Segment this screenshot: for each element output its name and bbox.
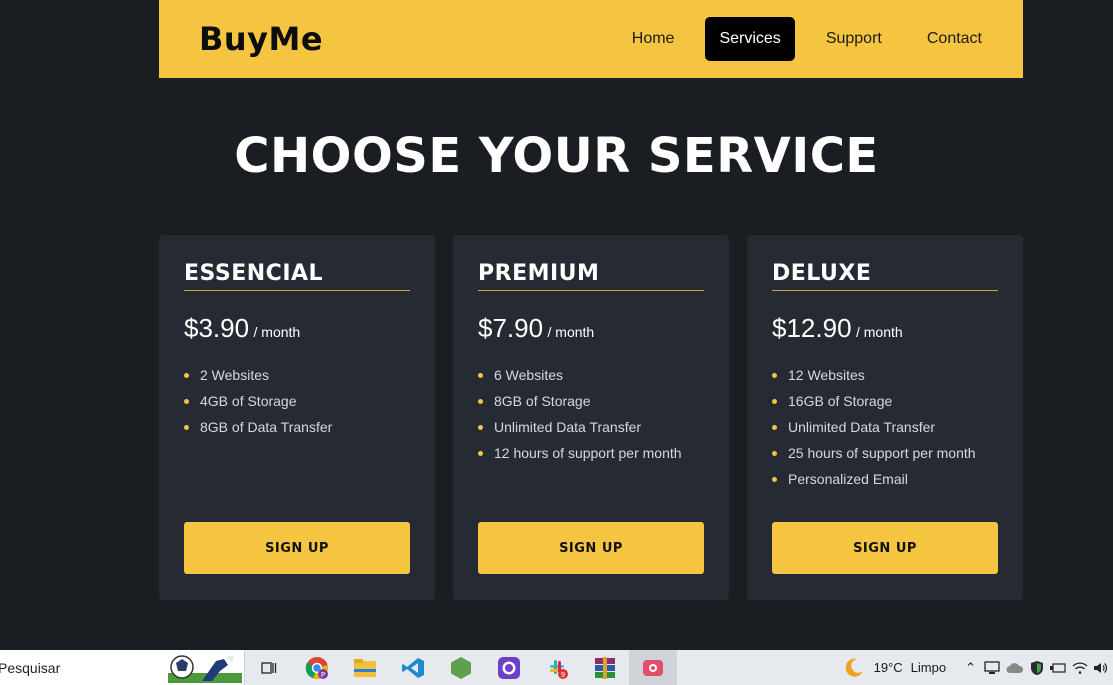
svg-text:9: 9 xyxy=(561,671,565,679)
feature-item: 6 Websites xyxy=(478,362,704,388)
main-nav: Home Services Support Contact xyxy=(601,17,996,61)
security-shield-icon[interactable] xyxy=(1030,660,1044,676)
sign-up-button[interactable]: SIGN UP xyxy=(184,522,410,574)
price-amount: $3.90 xyxy=(184,313,250,343)
weather-condition[interactable]: Limpo xyxy=(911,660,946,675)
feature-item: 16GB of Storage xyxy=(772,388,998,414)
chevron-up-icon[interactable]: ⌃ xyxy=(965,660,976,676)
brand-logo[interactable]: BuyMe xyxy=(199,20,323,58)
feature-list: 6 Websites 8GB of Storage Unlimited Data… xyxy=(478,362,704,466)
search-highlight-icon xyxy=(168,655,242,683)
plan-title: PREMIUM xyxy=(478,261,704,291)
feature-item: 8GB of Storage xyxy=(478,388,704,414)
plan-title: DELUXE xyxy=(772,261,998,291)
onedrive-icon[interactable] xyxy=(1006,662,1024,674)
plan-card-essencial: ESSENCIAL $3.90 / month 2 Websites 4GB o… xyxy=(159,235,435,600)
plan-price: $3.90 / month xyxy=(184,313,410,344)
weather-temp[interactable]: 19°C xyxy=(874,660,903,675)
nodejs-icon[interactable] xyxy=(437,650,485,685)
battery-icon[interactable] xyxy=(1050,662,1066,674)
price-period: / month xyxy=(253,324,301,340)
plan-title: ESSENCIAL xyxy=(184,261,410,291)
feature-item: 25 hours of support per month xyxy=(772,440,998,466)
github-icon[interactable] xyxy=(485,650,533,685)
taskbar: Pesquisar P 9 19°C Limpo ⌃ xyxy=(0,650,1113,685)
feature-item: 12 hours of support per month xyxy=(478,440,704,466)
feature-item: 4GB of Storage xyxy=(184,388,410,414)
feature-item: Unlimited Data Transfer xyxy=(772,414,998,440)
search-label: Pesquisar xyxy=(0,659,61,676)
wifi-icon[interactable] xyxy=(1072,661,1088,675)
task-view-icon[interactable] xyxy=(245,650,293,685)
moon-weather-icon[interactable] xyxy=(842,656,866,680)
vscode-icon[interactable] xyxy=(389,650,437,685)
price-period: / month xyxy=(855,324,903,340)
nav-item-home[interactable]: Home xyxy=(618,17,689,61)
screen-recorder-icon[interactable] xyxy=(629,650,677,685)
navbar: BuyMe Home Services Support Contact xyxy=(159,0,1023,78)
sign-up-button[interactable]: SIGN UP xyxy=(478,522,704,574)
price-amount: $12.90 xyxy=(772,313,852,343)
svg-text:P: P xyxy=(321,671,325,679)
plan-card-premium: PREMIUM $7.90 / month 6 Websites 8GB of … xyxy=(453,235,729,600)
taskbar-search[interactable]: Pesquisar xyxy=(0,650,245,685)
winrar-icon[interactable] xyxy=(581,650,629,685)
plan-card-deluxe: DELUXE $12.90 / month 12 Websites 16GB o… xyxy=(747,235,1023,600)
system-tray: 19°C Limpo ⌃ xyxy=(842,650,1113,685)
feature-list: 12 Websites 16GB of Storage Unlimited Da… xyxy=(772,362,998,492)
sign-up-button[interactable]: SIGN UP xyxy=(772,522,998,574)
taskbar-apps: P 9 xyxy=(245,650,677,685)
plan-price: $12.90 / month xyxy=(772,313,998,344)
volume-icon[interactable] xyxy=(1093,661,1107,675)
nav-item-support[interactable]: Support xyxy=(812,17,896,61)
slack-icon[interactable]: 9 xyxy=(533,650,581,685)
page-heading: CHOOSE YOUR SERVICE xyxy=(234,128,879,184)
monitor-icon[interactable] xyxy=(984,660,1000,675)
nav-item-contact[interactable]: Contact xyxy=(913,17,996,61)
price-amount: $7.90 xyxy=(478,313,544,343)
chrome-icon[interactable]: P xyxy=(293,650,341,685)
file-explorer-icon[interactable] xyxy=(341,650,389,685)
feature-item: 12 Websites xyxy=(772,362,998,388)
feature-list: 2 Websites 4GB of Storage 8GB of Data Tr… xyxy=(184,362,410,440)
feature-item: Personalized Email xyxy=(772,466,998,492)
price-period: / month xyxy=(547,324,595,340)
plan-price: $7.90 / month xyxy=(478,313,704,344)
feature-item: 8GB of Data Transfer xyxy=(184,414,410,440)
nav-item-services[interactable]: Services xyxy=(705,17,795,61)
feature-item: Unlimited Data Transfer xyxy=(478,414,704,440)
feature-item: 2 Websites xyxy=(184,362,410,388)
